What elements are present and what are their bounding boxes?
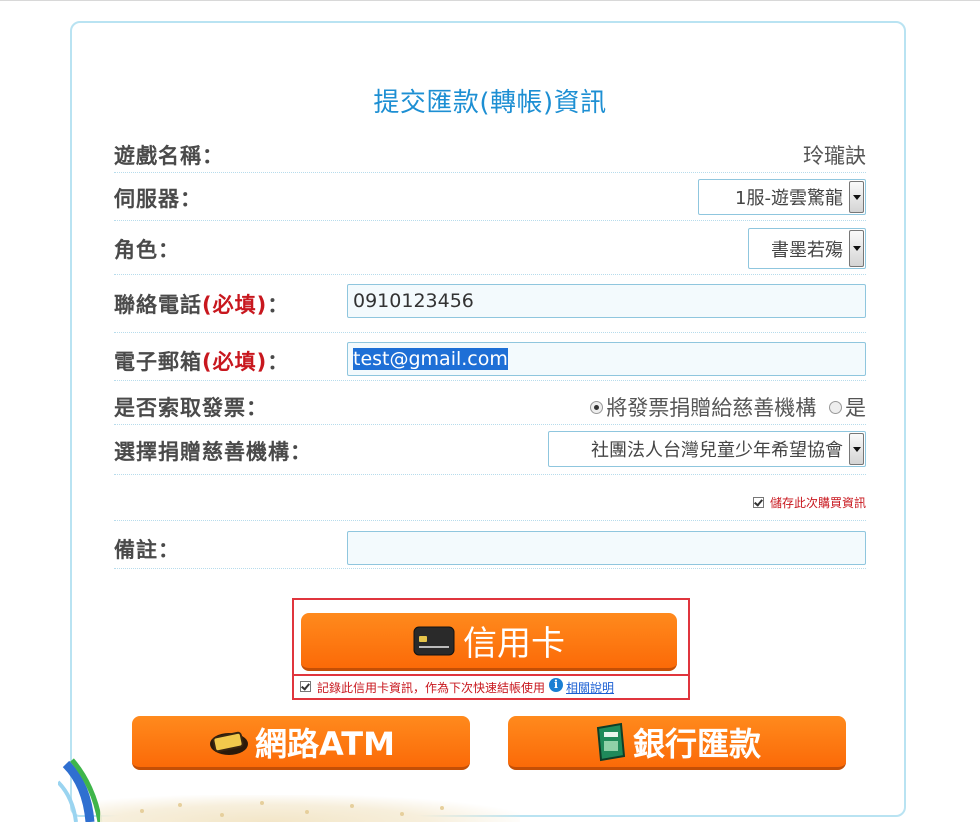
phone-input[interactable]: 0910123456 — [347, 284, 866, 318]
bank-transfer-button[interactable]: 銀行匯款 — [508, 716, 846, 770]
note-row: 備註： — [114, 522, 866, 569]
charity-select[interactable]: 社團法人台灣兒童少年希望協會 — [548, 431, 866, 467]
remember-card-option: 記錄此信用卡資訊，作為下次快速結帳使用 i 相關說明 — [292, 676, 690, 700]
bank-transfer-icon — [596, 722, 626, 761]
credit-card-icon — [413, 626, 455, 655]
server-select[interactable]: 1服-遊雲驚龍 — [698, 179, 866, 215]
email-input-value: test@gmail.com — [353, 348, 508, 370]
atm-card-icon — [210, 731, 249, 755]
top-divider — [0, 0, 980, 1]
game-name-label: 遊戲名稱： — [114, 144, 224, 168]
credit-card-label: 信用卡 — [463, 624, 565, 664]
invoice-yes-radio[interactable] — [829, 400, 842, 414]
email-input[interactable]: test@gmail.com — [347, 342, 866, 376]
chevron-down-icon[interactable] — [849, 181, 864, 213]
phone-row: 聯絡電話(必填)： 0910123456 — [114, 276, 866, 333]
invoice-label: 是否索取發票： — [114, 396, 268, 420]
chevron-down-icon[interactable] — [849, 433, 864, 465]
bank-transfer-label: 銀行匯款 — [632, 724, 761, 763]
server-row: 伺服器： 1服-遊雲驚龍 — [114, 174, 866, 221]
charity-label: 選擇捐贈慈善機構： — [114, 440, 312, 464]
remember-card-label: 記錄此信用卡資訊，作為下次快速結帳使用 — [317, 680, 546, 695]
invoice-donate-radio[interactable] — [590, 400, 604, 414]
role-label: 角色： — [114, 238, 180, 262]
save-row-divider — [114, 476, 866, 521]
note-label: 備註： — [114, 538, 180, 562]
game-name-value: 玲瓏訣 — [803, 144, 866, 168]
note-input[interactable] — [347, 531, 866, 565]
charity-select-value: 社團法人台灣兒童少年希望協會 — [591, 440, 843, 461]
credit-card-button[interactable]: 信用卡 — [301, 613, 677, 671]
phone-label: 聯絡電話(必填)： — [114, 293, 290, 317]
atm-button[interactable]: 網路ATM — [132, 716, 470, 770]
remember-card-checkbox[interactable] — [300, 680, 311, 692]
game-name-row: 遊戲名稱： 玲瓏訣 — [114, 134, 866, 173]
role-select[interactable]: 書墨若殤 — [748, 228, 866, 269]
page-title: 提交匯款(轉帳)資訊 — [373, 88, 607, 118]
invoice-yes-label[interactable]: 是 — [845, 396, 866, 420]
invoice-row: 是否索取發票： 將發票捐贈給慈善機構 是 — [114, 382, 866, 425]
email-label: 電子郵箱(必填)： — [114, 350, 290, 374]
email-row: 電子郵箱(必填)： test@gmail.com — [114, 334, 866, 381]
role-select-value: 書墨若殤 — [771, 239, 843, 261]
required-marker: (必填) — [202, 350, 268, 374]
server-label: 伺服器： — [114, 187, 202, 211]
invoice-donate-label[interactable]: 將發票捐贈給慈善機構 — [606, 396, 816, 420]
server-select-value: 1服-遊雲驚龍 — [735, 188, 843, 209]
related-info-link[interactable]: 相關說明 — [566, 679, 614, 696]
decorative-sand-graphic — [100, 795, 520, 822]
invoice-options: 將發票捐贈給慈善機構 是 — [584, 392, 866, 422]
info-icon: i — [549, 678, 564, 692]
atm-label: 網路ATM — [255, 724, 395, 763]
chevron-down-icon[interactable] — [849, 230, 864, 267]
role-row: 角色： 書墨若殤 — [114, 222, 866, 275]
charity-row: 選擇捐贈慈善機構： 社團法人台灣兒童少年希望協會 — [114, 426, 866, 475]
required-marker: (必填) — [202, 293, 268, 317]
